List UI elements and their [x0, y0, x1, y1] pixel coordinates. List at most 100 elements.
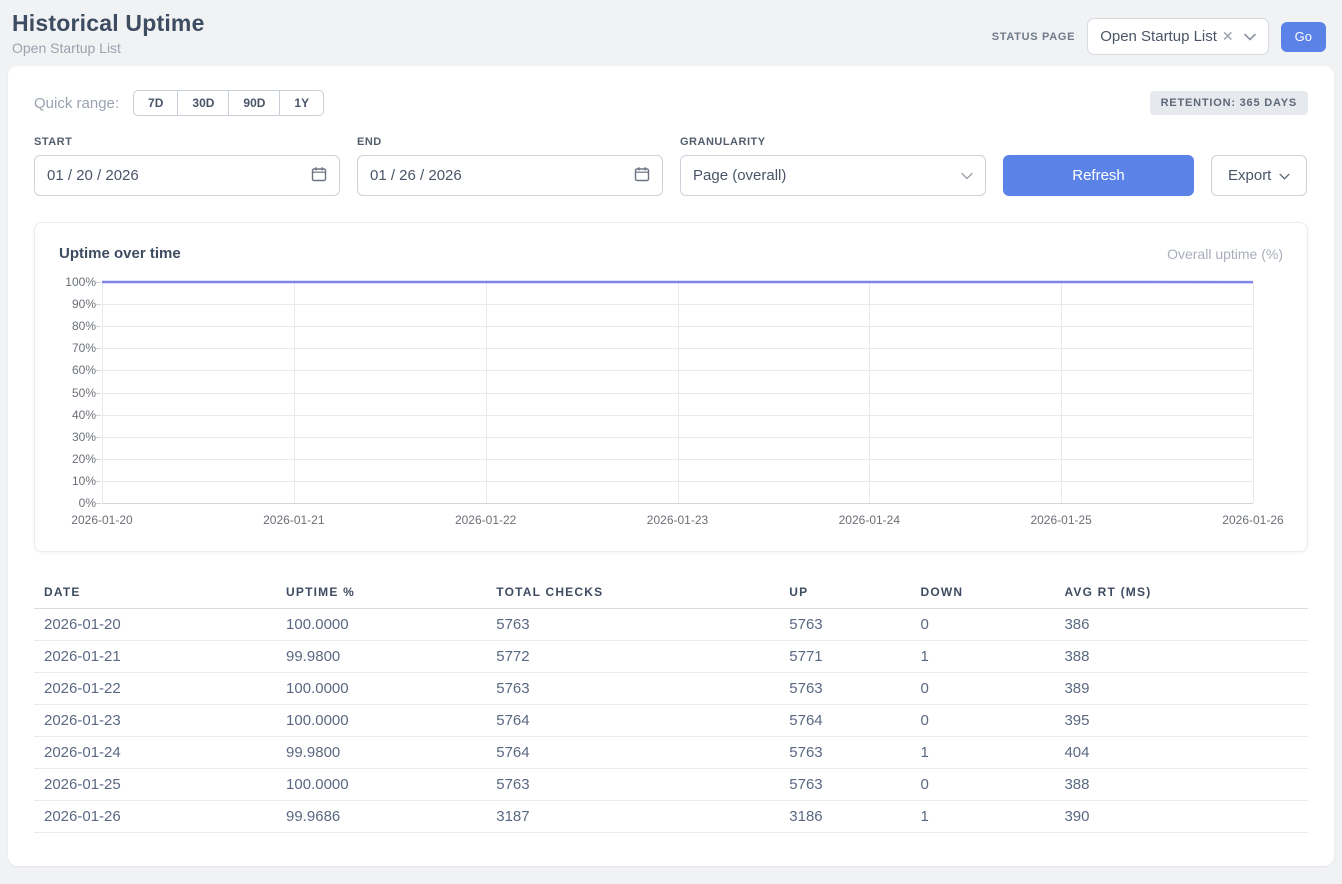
table-column-header: DOWN [910, 576, 1054, 609]
y-axis-label: 90% [54, 297, 96, 311]
table-cell: 99.9686 [276, 801, 486, 833]
table-cell: 0 [910, 705, 1054, 737]
v-gridline [1253, 282, 1254, 503]
chart-legend: Overall uptime (%) [1167, 246, 1283, 262]
clear-selection-icon[interactable]: ✕ [1222, 28, 1234, 45]
quick-range-7d[interactable]: 7D [133, 90, 178, 116]
x-axis-label: 2026-01-20 [71, 513, 132, 527]
table-cell: 1 [910, 801, 1054, 833]
start-date-value: 01 / 20 / 2026 [47, 167, 139, 184]
quick-range-1y[interactable]: 1Y [279, 90, 324, 116]
table-cell: 3186 [779, 801, 910, 833]
y-axis-tick [96, 503, 101, 504]
table-column-header: UPTIME % [276, 576, 486, 609]
table-column-header: UP [779, 576, 910, 609]
table-row: 2026-01-2699.9686318731861390 [34, 801, 1308, 833]
table-cell: 2026-01-24 [34, 737, 276, 769]
table-cell: 0 [910, 673, 1054, 705]
go-button[interactable]: Go [1281, 22, 1326, 52]
y-axis-label: 30% [54, 430, 96, 444]
table-cell: 1 [910, 737, 1054, 769]
table-row: 2026-01-25100.0000576357630388 [34, 769, 1308, 801]
refresh-button[interactable]: Refresh [1003, 155, 1194, 196]
granularity-label: GRANULARITY [680, 136, 986, 148]
table-cell: 5772 [486, 641, 779, 673]
start-label: START [34, 136, 340, 148]
start-date-group: START 01 / 20 / 2026 [34, 136, 340, 196]
calendar-icon[interactable] [634, 166, 650, 186]
export-button[interactable]: Export [1211, 155, 1307, 196]
chart-plot: 100%90%80%70%60%50%40%30%20%10%0%2026-01… [102, 282, 1253, 503]
table-cell: 2026-01-22 [34, 673, 276, 705]
table-column-header: TOTAL CHECKS [486, 576, 779, 609]
y-axis-label: 40% [54, 408, 96, 422]
calendar-icon[interactable] [311, 166, 327, 186]
table-cell: 404 [1054, 737, 1308, 769]
x-axis-label: 2026-01-24 [839, 513, 900, 527]
table-cell: 3187 [486, 801, 779, 833]
end-date-value: 01 / 26 / 2026 [370, 167, 462, 184]
y-axis-label: 0% [54, 496, 96, 510]
table-cell: 2026-01-21 [34, 641, 276, 673]
y-axis-label: 100% [54, 275, 96, 289]
y-axis-tick [96, 437, 101, 438]
y-axis-tick [96, 282, 101, 283]
y-axis-tick [96, 304, 101, 305]
chart-title: Uptime over time [59, 245, 181, 262]
table-column-header: AVG RT (MS) [1054, 576, 1308, 609]
table-cell: 100.0000 [276, 609, 486, 641]
retention-badge: RETENTION: 365 DAYS [1150, 91, 1308, 115]
y-axis-tick [96, 393, 101, 394]
end-date-group: END 01 / 26 / 2026 [357, 136, 663, 196]
quick-range-30d[interactable]: 30D [177, 90, 229, 116]
x-axis-label: 2026-01-23 [647, 513, 708, 527]
table-cell: 5763 [779, 769, 910, 801]
table-cell: 388 [1054, 769, 1308, 801]
table-header-row: DATEUPTIME %TOTAL CHECKSUPDOWNAVG RT (MS… [34, 576, 1308, 609]
y-axis-tick [96, 415, 101, 416]
h-gridline [102, 503, 1253, 504]
x-axis-label: 2026-01-26 [1222, 513, 1283, 527]
status-page-select[interactable]: Open Startup List ✕ [1087, 18, 1268, 55]
end-date-input[interactable]: 01 / 26 / 2026 [357, 155, 663, 196]
table-cell: 386 [1054, 609, 1308, 641]
table-cell: 5764 [486, 737, 779, 769]
table-cell: 5763 [486, 609, 779, 641]
table-cell: 99.9800 [276, 737, 486, 769]
chart-area: 100%90%80%70%60%50%40%30%20%10%0%2026-01… [102, 282, 1283, 535]
table-cell: 5771 [779, 641, 910, 673]
table-row: 2026-01-23100.0000576457640395 [34, 705, 1308, 737]
table-cell: 5763 [779, 737, 910, 769]
x-axis-label: 2026-01-21 [263, 513, 324, 527]
quick-range-90d[interactable]: 90D [228, 90, 280, 116]
table-cell: 100.0000 [276, 673, 486, 705]
x-axis-label: 2026-01-22 [455, 513, 516, 527]
table-cell: 5764 [486, 705, 779, 737]
chart-header: Uptime over time Overall uptime (%) [59, 245, 1283, 262]
table-cell: 5763 [779, 673, 910, 705]
table-cell: 5764 [779, 705, 910, 737]
table-cell: 389 [1054, 673, 1308, 705]
table-cell: 5763 [486, 769, 779, 801]
y-axis-tick [96, 370, 101, 371]
table-cell: 0 [910, 609, 1054, 641]
granularity-group: GRANULARITY Page (overall) [680, 136, 986, 196]
table-cell: 0 [910, 769, 1054, 801]
page-title: Historical Uptime [12, 10, 205, 37]
granularity-select[interactable]: Page (overall) [680, 155, 986, 196]
y-axis-tick [96, 326, 101, 327]
table-cell: 390 [1054, 801, 1308, 833]
granularity-value: Page (overall) [693, 167, 786, 184]
title-block: Historical Uptime Open Startup List [12, 10, 205, 56]
header-controls: STATUS PAGE Open Startup List ✕ Go [992, 18, 1326, 55]
table-cell: 100.0000 [276, 769, 486, 801]
chevron-down-icon [961, 167, 973, 184]
table-cell: 395 [1054, 705, 1308, 737]
quick-range-row: Quick range: 7D30D90D1Y RETENTION: 365 D… [34, 90, 1308, 116]
table-column-header: DATE [34, 576, 276, 609]
y-axis-label: 70% [54, 341, 96, 355]
start-date-input[interactable]: 01 / 20 / 2026 [34, 155, 340, 196]
quick-range-group: 7D30D90D1Y [133, 90, 324, 116]
table-row: 2026-01-2499.9800576457631404 [34, 737, 1308, 769]
table-cell: 2026-01-20 [34, 609, 276, 641]
